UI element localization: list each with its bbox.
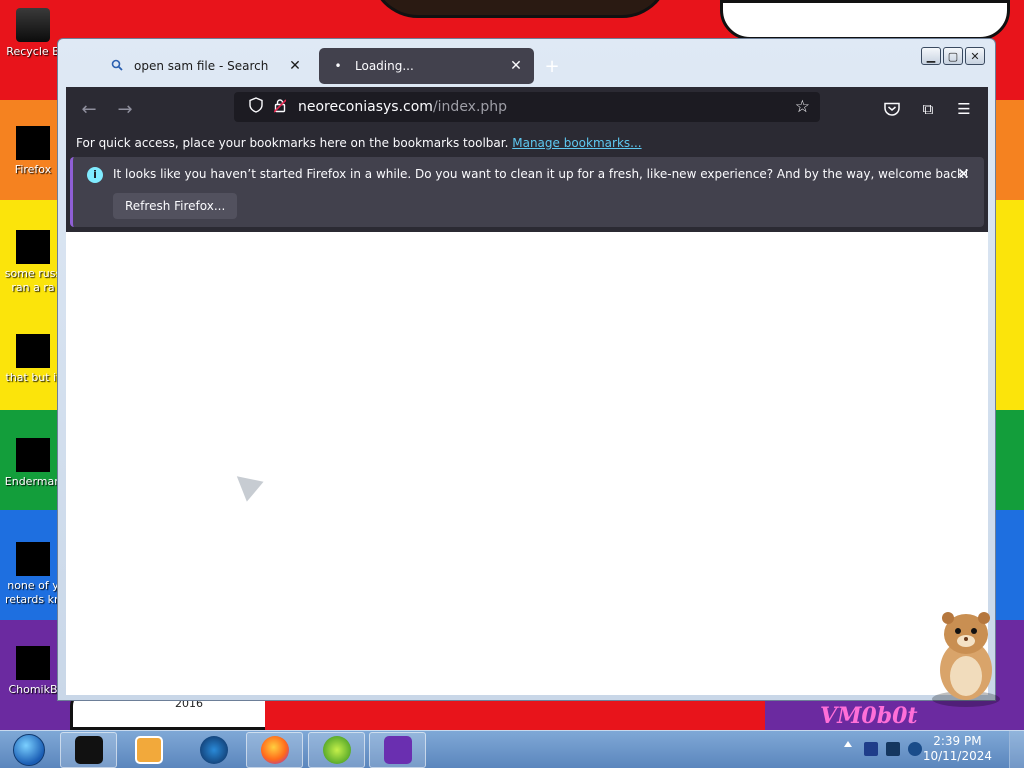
extensions-button[interactable]: ⧉ [914, 95, 942, 123]
show-hidden-icons-icon[interactable] [844, 741, 852, 747]
refresh-firefox-button[interactable]: Refresh Firefox... [113, 193, 238, 219]
loading-dot-icon: • [334, 59, 342, 73]
terminal-icon [74, 736, 103, 764]
navigation-bar: ← → neoreconiasys.com/index.php ☆ ⧉ ☰ [66, 87, 988, 131]
close-notification-icon[interactable]: ✕ [957, 165, 970, 183]
window-caption-buttons: ▁ ▢ ✕ [921, 47, 985, 65]
page-content[interactable] [66, 232, 988, 695]
url-path: /index.php [432, 99, 508, 115]
file-icon [16, 542, 50, 576]
file-icon [16, 334, 50, 368]
desktop-icon-chomik[interactable]: ChomikB [2, 646, 64, 697]
visual-studio-icon [383, 736, 412, 764]
wallpaper-shape [370, 0, 670, 18]
desktop-icon-none-of-y[interactable]: none of y retards kn [2, 542, 64, 607]
url-host: neoreconiasys.com [298, 99, 433, 115]
tab-loading[interactable]: • Loading... ✕ [319, 48, 534, 84]
clock[interactable]: 2:39 PM 10/11/2024 [923, 734, 992, 764]
pocket-icon [884, 102, 900, 116]
new-tab-button[interactable]: + [540, 48, 564, 84]
globe-icon [199, 736, 228, 764]
pocket-button[interactable] [878, 95, 906, 123]
minimize-button[interactable]: ▁ [921, 47, 941, 65]
browser-toolbar-area: ← → neoreconiasys.com/index.php ☆ ⧉ ☰ Fo… [66, 87, 988, 232]
taskbar-app-terminal[interactable] [60, 732, 117, 768]
bookmarks-hint-text: For quick access, place your bookmarks h… [76, 136, 509, 150]
maximize-button[interactable]: ▢ [943, 47, 963, 65]
desktop-icon-label: Firefox [14, 163, 52, 176]
tab-close-icon[interactable]: ✕ [287, 58, 303, 74]
desktop-icon-label: Recycle B [6, 45, 60, 58]
tab-search[interactable]: open sam file - Search ✕ [98, 48, 313, 84]
desktop-icon-label: that but it [5, 371, 61, 384]
close-icon: ✕ [970, 49, 980, 63]
tracking-shield-icon[interactable] [244, 97, 268, 117]
wallpaper-brand-text: VM0b0t [820, 703, 918, 729]
firefox-icon [260, 736, 289, 764]
forward-arrow-icon: → [117, 98, 133, 120]
app-menu-button[interactable]: ☰ [950, 95, 978, 123]
clock-time: 2:39 PM [933, 734, 982, 748]
minimize-icon: ▁ [926, 49, 936, 63]
desktop-icon-russ[interactable]: some russ ran a ra [2, 230, 64, 295]
browser-window: ▁ ▢ ✕ open sam file - Search ✕ • Loading… [57, 38, 996, 701]
start-button[interactable] [2, 733, 56, 767]
puzzle-icon: ⧉ [922, 100, 934, 118]
taskbar-app-firefox[interactable] [246, 732, 303, 768]
desktop-icon-label: Enderman [4, 475, 62, 488]
media-player-icon [134, 736, 163, 764]
green-app-icon [322, 736, 351, 764]
wallpaper-shape [720, 0, 1010, 40]
info-icon: i [87, 167, 103, 183]
tab-close-icon[interactable]: ✕ [508, 58, 524, 74]
notification-message: It looks like you haven’t started Firefo… [113, 167, 969, 181]
network-icon[interactable] [886, 742, 900, 756]
desktop-icon-label-line2: retards kn [5, 593, 61, 606]
taskbar-app-green[interactable] [308, 732, 365, 768]
forward-button[interactable]: → [110, 95, 140, 123]
mouse-cursor-icon [228, 466, 264, 502]
desktop-icon-label: some russ [4, 267, 62, 280]
clock-date: 10/11/2024 [922, 749, 992, 763]
hamster-pet-image[interactable] [926, 604, 1006, 708]
taskbar-app-globe[interactable] [185, 732, 242, 768]
search-icon [108, 59, 126, 74]
volume-icon[interactable] [908, 742, 922, 756]
system-tray: 2:39 PM 10/11/2024 [840, 731, 1024, 768]
tray-app-icon[interactable] [864, 742, 878, 756]
bookmark-star-icon[interactable]: ☆ [795, 97, 810, 117]
hamburger-menu-icon: ☰ [957, 100, 971, 118]
tab-title: Loading... [355, 59, 414, 73]
insecure-lock-icon[interactable] [268, 98, 292, 117]
taskbar: 2:39 PM 10/11/2024 [0, 730, 1024, 768]
hamster-app-icon [16, 646, 50, 680]
url-bar[interactable]: neoreconiasys.com/index.php ☆ [234, 92, 820, 122]
desktop-icon-label-line2: ran a ra [11, 281, 55, 294]
back-arrow-icon: ← [81, 98, 97, 120]
show-desktop-button[interactable] [1009, 731, 1024, 768]
taskbar-app-media[interactable] [120, 732, 177, 768]
bookmarks-toolbar: For quick access, place your bookmarks h… [66, 131, 988, 155]
manage-bookmarks-link[interactable]: Manage bookmarks... [512, 136, 641, 150]
desktop-icon-label: none of y [7, 579, 59, 592]
back-button[interactable]: ← [74, 95, 104, 123]
taskbar-app-visual-studio[interactable] [369, 732, 426, 768]
firefox-icon [16, 126, 50, 160]
desktop-icon-recycle-bin[interactable]: Recycle B [2, 8, 64, 59]
maximize-icon: ▢ [947, 49, 959, 63]
windows-orb-icon [13, 734, 45, 766]
refresh-firefox-notification: i It looks like you haven’t started Fire… [70, 157, 984, 227]
tab-strip: open sam file - Search ✕ • Loading... ✕ … [98, 48, 564, 84]
desktop-icon-label: ChomikB [8, 683, 58, 696]
file-icon [16, 230, 50, 264]
tab-title: open sam file - Search [134, 59, 269, 73]
recycle-bin-icon [16, 8, 50, 42]
close-window-button[interactable]: ✕ [965, 47, 985, 65]
desktop-icon-enderman[interactable]: Enderman [2, 438, 64, 489]
desktop-icon-that-but-it[interactable]: that but it [2, 334, 64, 385]
program-icon [16, 438, 50, 472]
desktop-icon-firefox[interactable]: Firefox [2, 126, 64, 177]
